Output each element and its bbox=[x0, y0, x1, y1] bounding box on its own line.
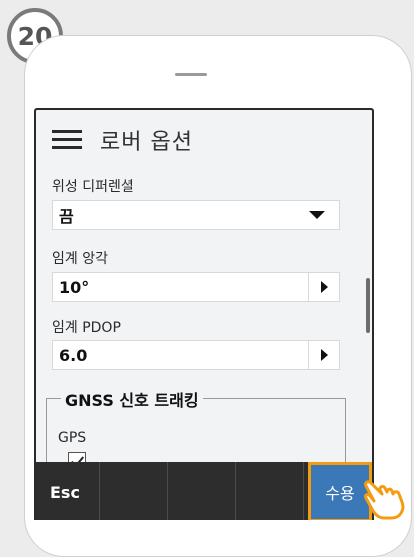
bottom-softkey-bar: Esc 수용 bbox=[36, 462, 372, 520]
arrow-right-icon bbox=[320, 349, 328, 361]
satellite-differential-label: 위성 디퍼렌셜 bbox=[52, 179, 134, 195]
scrollbar[interactable] bbox=[366, 278, 370, 333]
satellite-differential-value: 끔 bbox=[59, 207, 74, 226]
pdop-mask-label: 임계 PDOP bbox=[52, 320, 121, 336]
pdop-mask-field[interactable]: 6.0 bbox=[52, 340, 340, 370]
pdop-mask-value: 6.0 bbox=[59, 345, 88, 365]
title-bar: 로버 옵션 bbox=[36, 110, 372, 166]
gnss-tracking-title: GNSS 신호 트래킹 bbox=[61, 387, 203, 411]
softkey-3[interactable] bbox=[168, 462, 236, 520]
softkey-2[interactable] bbox=[100, 462, 168, 520]
chevron-down-icon bbox=[309, 211, 325, 219]
page-title: 로버 옵션 bbox=[100, 130, 193, 155]
gps-label: GPS bbox=[58, 430, 87, 446]
device-screen: 로버 옵션 위성 디퍼렌셜 끔 임계 앙각 10° 임계 PDOP 6.0 GN… bbox=[34, 108, 374, 520]
softkey-4[interactable] bbox=[236, 462, 304, 520]
arrow-right-icon bbox=[320, 281, 328, 293]
elevation-mask-value: 10° bbox=[59, 277, 90, 297]
pointing-hand-icon bbox=[364, 480, 405, 520]
phone-speaker bbox=[175, 73, 207, 76]
satellite-differential-select[interactable]: 끔 bbox=[52, 200, 340, 230]
elevation-mask-label: 임계 앙각 bbox=[52, 251, 108, 267]
menu-icon[interactable] bbox=[52, 130, 82, 150]
elevation-mask-field[interactable]: 10° bbox=[52, 272, 340, 302]
esc-button[interactable]: Esc bbox=[36, 462, 100, 520]
pdop-mask-arrow-button[interactable] bbox=[309, 341, 339, 369]
elevation-mask-arrow-button[interactable] bbox=[309, 273, 339, 301]
